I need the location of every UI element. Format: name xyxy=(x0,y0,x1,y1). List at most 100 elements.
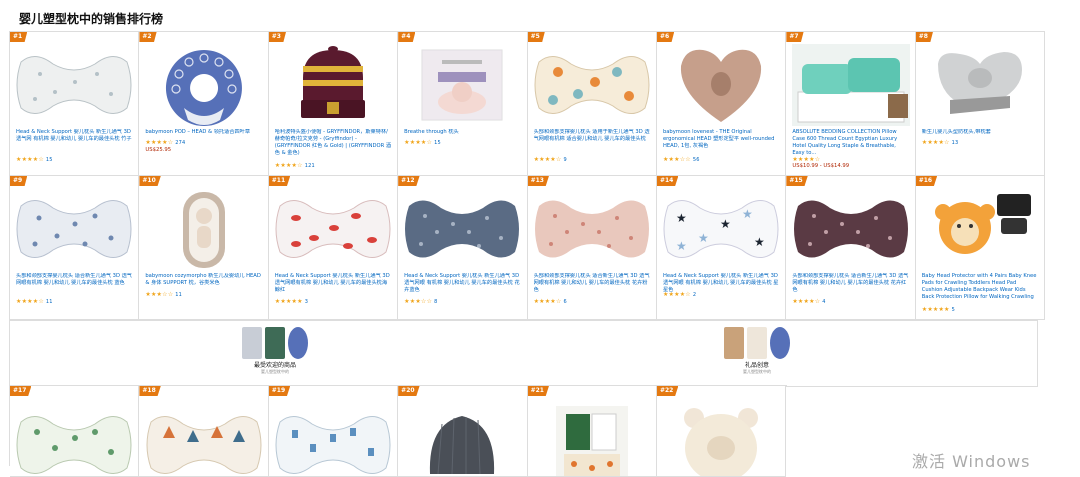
product-image[interactable] xyxy=(15,44,133,126)
svg-text:★: ★ xyxy=(676,239,687,253)
product-card[interactable]: #3 哈利波特头盔小便帽 - GRYFFINDOR，斯莱特林/赫奇帕奇/拉文克劳… xyxy=(268,32,399,176)
product-card[interactable]: #7 ABSOLUTE BEDDING COLLECTION Pillow Ca… xyxy=(786,32,916,176)
rating-stars[interactable]: ★★★★☆ 4 xyxy=(792,298,825,305)
rating-stars[interactable]: ★★★★☆ 274 xyxy=(145,139,185,146)
rating-stars[interactable]: ★★★☆☆ 56 xyxy=(663,156,700,163)
product-title[interactable]: ABSOLUTE BEDDING COLLECTION Pillow Case … xyxy=(792,129,908,157)
promo-most-wished[interactable]: 最受欢迎的商品 婴儿塑型枕中的 xyxy=(220,327,330,375)
rating-stars[interactable]: ★★★★☆ xyxy=(792,156,822,163)
svg-text:★: ★ xyxy=(698,231,709,245)
product-title[interactable]: 头部和颈部支撑婴儿枕头 适合新生儿通气 3D 透气网眼有机棉 婴儿和幼儿 婴儿车… xyxy=(534,273,650,294)
rating-stars[interactable]: ★★★★☆ 9 xyxy=(534,156,567,163)
product-card[interactable]: #9 头部和颈部支撑婴儿枕头 适合新生儿通气 3D 透气网眼有机棉 婴儿和幼儿 … xyxy=(10,176,140,320)
rank-badge: #10 xyxy=(139,176,161,186)
rating-stars[interactable]: ★★★★★ 5 xyxy=(922,306,955,313)
bestseller-grid-row-2: #9 头部和颈部支撑婴儿枕头 适合新生儿通气 3D 透气网眼有机棉 婴儿和幼儿 … xyxy=(9,175,1046,320)
rating-stars[interactable]: ★★★★☆ 15 xyxy=(404,139,441,146)
promo-sublabel: 婴儿塑型枕中的 xyxy=(743,369,771,374)
product-card[interactable]: #15 头部和颈部支撑婴儿枕头 适合新生儿通气 3D 透气网眼有机棉 婴儿和幼儿… xyxy=(786,176,916,320)
product-title[interactable]: babymoon POD – HEAD & 领托适合四叶草 xyxy=(145,129,261,136)
rating-stars[interactable]: ★★★★☆ 15 xyxy=(16,156,53,163)
product-card[interactable]: #6 babymoon lovenest - THE Original ergo… xyxy=(656,32,787,176)
product-image[interactable] xyxy=(15,404,133,476)
product-image[interactable] xyxy=(792,188,910,270)
product-image[interactable] xyxy=(145,404,263,476)
product-card[interactable]: #18 xyxy=(139,386,269,477)
product-image[interactable] xyxy=(921,188,1039,270)
rating-stars[interactable]: ★★★★★ 3 xyxy=(275,298,308,305)
product-title[interactable]: babymoon lovenest - THE Original ergonom… xyxy=(663,129,779,150)
promo-image[interactable] xyxy=(747,327,767,359)
product-card[interactable]: #20 xyxy=(398,386,528,477)
product-card[interactable]: #11 Head & Neck Support 婴儿枕头 新生儿通气 3D 透气… xyxy=(268,176,399,320)
product-title[interactable]: 新生儿婴儿头型防枕头,带枕套 xyxy=(922,129,1038,136)
rank-badge: #17 xyxy=(10,386,32,396)
product-title[interactable]: 头部和颈部支撑婴儿枕头 适用于新生儿通气 3D 透气网眼有机棉 适合婴儿和幼儿 … xyxy=(534,129,650,143)
rating-stars[interactable]: ★★★★☆ 2 xyxy=(663,291,696,298)
rating-stars[interactable]: ★★★★☆ 11 xyxy=(16,298,53,305)
rating-stars[interactable]: ★★★☆☆ 11 xyxy=(145,291,182,298)
promo-label[interactable]: 最受欢迎的商品 xyxy=(220,360,330,369)
product-title[interactable]: 头部和颈部支撑婴儿枕头 适合新生儿通气 3D 透气网眼有机棉 婴儿和幼儿 婴儿车… xyxy=(16,273,132,287)
product-card[interactable]: #2 babymoon POD – HEAD & 领托适合四叶草 ★★★★☆ 27… xyxy=(139,32,269,176)
product-image[interactable] xyxy=(921,44,1039,126)
product-card[interactable]: #5 头部和颈部支撑婴儿枕头 适用于新生儿通气 3D 透气网眼有机棉 适合婴儿和… xyxy=(527,32,657,176)
product-title[interactable]: Head & Neck Support 婴儿枕头 新生儿通气 3D 透气网眼有机… xyxy=(275,273,391,294)
product-title[interactable]: Baby Head Protector with 4 Pairs Baby Kn… xyxy=(922,273,1038,301)
product-card[interactable]: #21 xyxy=(527,386,657,477)
product-card[interactable]: #16 Baby Head Protector with 4 Pairs Bab… xyxy=(915,176,1046,320)
rank-badge: #20 xyxy=(398,386,420,396)
rank-badge: #19 xyxy=(268,386,291,396)
product-image[interactable] xyxy=(403,44,521,126)
product-card[interactable]: #10 babymoon cozymorpho 新生儿及婴幼儿 HEAD & 身… xyxy=(139,176,269,320)
rating-stars[interactable]: ★★★☆☆ 8 xyxy=(404,298,437,305)
product-card[interactable]: #22 xyxy=(656,386,787,477)
product-card[interactable]: #12 Head & Neck Support 婴儿枕头 新生儿通气 3D 透气… xyxy=(398,176,528,320)
promo-image[interactable] xyxy=(265,327,285,359)
bestseller-grid-row-1: #1 Head & Neck Support 婴儿枕头 新生儿通气 3D 透气网… xyxy=(9,31,1046,176)
product-card[interactable]: #8 新生儿婴儿头型防枕头,带枕套 ★★★★☆ 13 xyxy=(915,32,1046,176)
svg-text:★: ★ xyxy=(742,207,753,221)
promo-image[interactable] xyxy=(724,327,744,359)
product-image[interactable] xyxy=(791,44,910,126)
product-image[interactable] xyxy=(145,44,263,126)
product-image[interactable] xyxy=(662,404,780,476)
promo-label[interactable]: 礼品创意 xyxy=(702,360,812,369)
promo-image[interactable] xyxy=(288,327,308,359)
product-image[interactable] xyxy=(403,188,521,270)
product-image[interactable] xyxy=(15,188,133,270)
product-image[interactable] xyxy=(274,404,392,476)
svg-text:★: ★ xyxy=(720,217,731,231)
product-title[interactable]: babymoon cozymorpho 新生儿及婴幼儿 HEAD & 身体 SU… xyxy=(145,273,261,287)
product-card[interactable]: #19 xyxy=(268,386,399,477)
product-card[interactable]: #13 头部和颈部支撑婴儿枕头 适合新生儿通气 3D 透气网眼有机棉 婴儿和幼儿… xyxy=(527,176,657,320)
product-title[interactable]: 哈利波特头盔小便帽 - GRYFFINDOR，斯莱特林/赫奇帕奇/拉文克劳 - … xyxy=(275,129,391,157)
product-card[interactable]: #17 xyxy=(10,386,140,477)
product-card[interactable]: #14 ★ ★ ★ ★ ★ ★ Head & Neck Support 婴儿枕头 新生儿通… xyxy=(656,176,787,320)
product-image[interactable] xyxy=(662,44,780,126)
product-title[interactable]: Head & Neck Support 婴儿枕头 新生儿通气 3D 透气网 有机… xyxy=(16,129,132,143)
product-card[interactable]: #1 Head & Neck Support 婴儿枕头 新生儿通气 3D 透气网… xyxy=(10,32,140,176)
rank-badge: #18 xyxy=(139,386,161,396)
promo-image[interactable] xyxy=(770,327,790,359)
product-image[interactable] xyxy=(274,44,392,126)
rank-badge: #8 xyxy=(915,32,933,42)
product-image[interactable] xyxy=(533,404,651,476)
product-image[interactable] xyxy=(533,44,651,126)
promo-sublabel: 婴儿塑型枕中的 xyxy=(261,369,289,374)
product-image[interactable] xyxy=(274,188,392,270)
rating-stars[interactable]: ★★★★☆ 13 xyxy=(922,139,959,146)
product-title[interactable]: Head & Neck Support 婴儿枕头 新生儿通气 3D 透气网眼 有… xyxy=(404,273,520,294)
product-image[interactable] xyxy=(533,188,651,270)
rating-stars[interactable]: ★★★★☆ 121 xyxy=(275,162,315,169)
promo-gift-ideas[interactable]: 礼品创意 婴儿塑型枕中的 xyxy=(702,327,812,375)
product-title[interactable]: 头部和颈部支撑婴儿枕头 适合新生儿通气 3D 透气网眼有机棉 婴儿和幼儿 婴儿车… xyxy=(792,273,908,294)
product-image[interactable] xyxy=(403,404,521,476)
rating-stars[interactable]: ★★★★☆ 6 xyxy=(534,298,567,305)
product-title[interactable]: Breathe through 枕头 xyxy=(404,129,520,136)
product-card[interactable]: #4 Breathe through 枕头 ★★★★☆ 15 xyxy=(398,32,528,176)
product-image[interactable]: ★ ★ ★ ★ ★ ★ xyxy=(662,188,780,270)
rank-badge: #5 xyxy=(527,32,545,42)
promo-image[interactable] xyxy=(242,327,262,359)
product-image[interactable] xyxy=(145,188,263,270)
